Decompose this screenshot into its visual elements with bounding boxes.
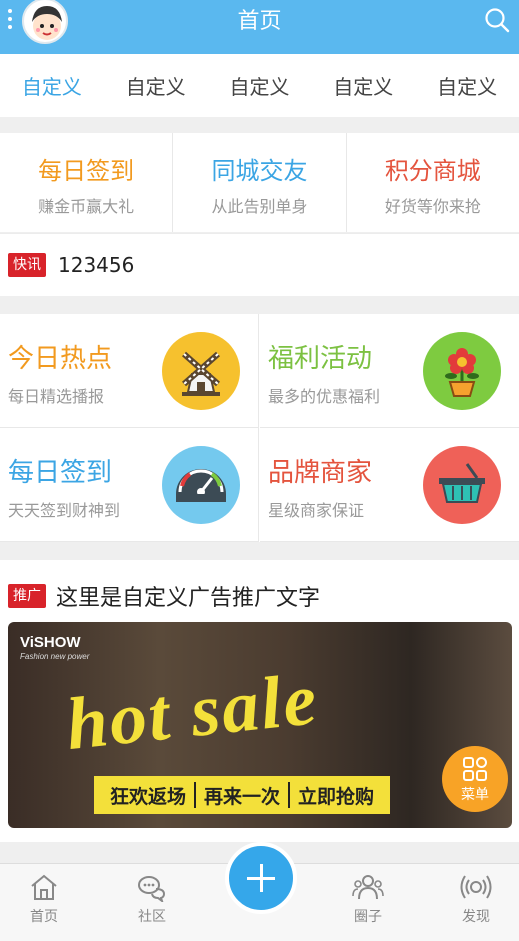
tab-custom-2[interactable]: 自定义 [104, 71, 208, 100]
grid-item-subtitle: 天天签到财神到 [8, 501, 121, 520]
promo-banner[interactable]: ViSHOW Fashion new power hot sale 狂欢返场 再… [8, 622, 512, 828]
banner-headline: hot sale [62, 658, 322, 766]
grid-item-daily-checkin[interactable]: 每日签到 天天签到财神到 [0, 428, 259, 542]
gauge-icon [162, 446, 240, 524]
grid-item-brand-merchants[interactable]: 品牌商家 星级商家保证 [260, 428, 519, 542]
grid-item-title: 品牌商家 [268, 458, 373, 488]
app-header: 首页 [0, 0, 519, 54]
grid-item-title: 每日签到 [8, 458, 113, 488]
promo-text-row[interactable]: 推广 这里是自定义广告推广文字 [8, 580, 320, 612]
tab-custom-4[interactable]: 自定义 [311, 71, 415, 100]
nav-community[interactable]: 社区 [112, 872, 192, 926]
category-tabs: 自定义 自定义 自定义 自定义 自定义 [0, 54, 519, 117]
news-text: 123456 [58, 253, 135, 277]
feature-grid: 今日热点 每日精选播报 福利活动 最多的优惠福利 每日签到 天天签到财神到 品牌… [0, 314, 519, 542]
feature-title: 每日签到 [38, 157, 135, 185]
floating-menu-label: 菜单 [461, 787, 489, 803]
feature-row: 每日签到 赚金币赢大礼 同城交友 从此告别单身 积分商城 好货等你来抢 [0, 133, 519, 232]
search-icon[interactable] [483, 6, 511, 34]
feature-local-dating[interactable]: 同城交友 从此告别单身 [173, 133, 347, 232]
chat-icon [138, 876, 166, 902]
grid-item-benefits[interactable]: 福利活动 最多的优惠福利 [260, 314, 519, 428]
group-icon [352, 875, 384, 900]
floating-menu-button[interactable]: 菜单 [442, 746, 508, 812]
banner-strip-item: 立即抢购 [298, 785, 375, 808]
banner-strip-item: 狂欢返场 [110, 785, 187, 808]
news-badge: 快讯 [8, 253, 46, 277]
basket-icon [423, 446, 501, 524]
feature-subtitle: 从此告别单身 [211, 197, 308, 216]
banner-strip-item: 再来一次 [204, 785, 281, 808]
nav-discover-label: 发现 [462, 909, 490, 925]
windmill-icon [162, 332, 240, 410]
home-icon [31, 874, 57, 900]
feature-title: 积分商城 [384, 157, 481, 185]
feature-daily-checkin[interactable]: 每日签到 赚金币赢大礼 [0, 133, 174, 232]
tab-custom-1[interactable]: 自定义 [0, 71, 104, 100]
tab-custom-3[interactable]: 自定义 [208, 71, 312, 100]
tab-custom-5[interactable]: 自定义 [415, 71, 519, 100]
grid-item-title: 今日热点 [8, 344, 113, 374]
promo-text: 这里是自定义广告推广文字 [56, 586, 321, 611]
grid-item-subtitle: 每日精选播报 [8, 387, 105, 406]
feature-title: 同城交友 [211, 157, 308, 185]
nav-circles[interactable]: 圈子 [328, 872, 408, 926]
nav-home[interactable]: 首页 [4, 872, 84, 926]
banner-brand-tagline: Fashion new power [20, 652, 90, 661]
flower-icon [423, 332, 501, 410]
news-ticker[interactable]: 快讯 123456 [0, 233, 519, 296]
banner-strip: 狂欢返场 再来一次 立即抢购 [94, 776, 391, 814]
grid-menu-icon [462, 756, 488, 782]
grid-item-hot-today[interactable]: 今日热点 每日精选播报 [0, 314, 259, 428]
nav-home-label: 首页 [30, 909, 58, 925]
grid-item-subtitle: 最多的优惠福利 [268, 387, 381, 406]
nav-community-label: 社区 [138, 909, 166, 925]
grid-item-subtitle: 星级商家保证 [268, 501, 365, 520]
feature-subtitle: 赚金币赢大礼 [38, 197, 135, 216]
grid-item-title: 福利活动 [268, 344, 373, 374]
add-post-button[interactable] [225, 842, 297, 914]
page-title: 首页 [237, 9, 282, 34]
nav-discover[interactable]: 发现 [436, 872, 516, 926]
banner-brand: ViSHOW [20, 634, 81, 651]
feature-subtitle: 好货等你来抢 [384, 197, 481, 216]
promo-badge: 推广 [8, 584, 46, 608]
nav-circles-label: 圈子 [354, 909, 382, 925]
feature-points-mall[interactable]: 积分商城 好货等你来抢 [347, 133, 519, 232]
discover-icon [460, 875, 492, 899]
